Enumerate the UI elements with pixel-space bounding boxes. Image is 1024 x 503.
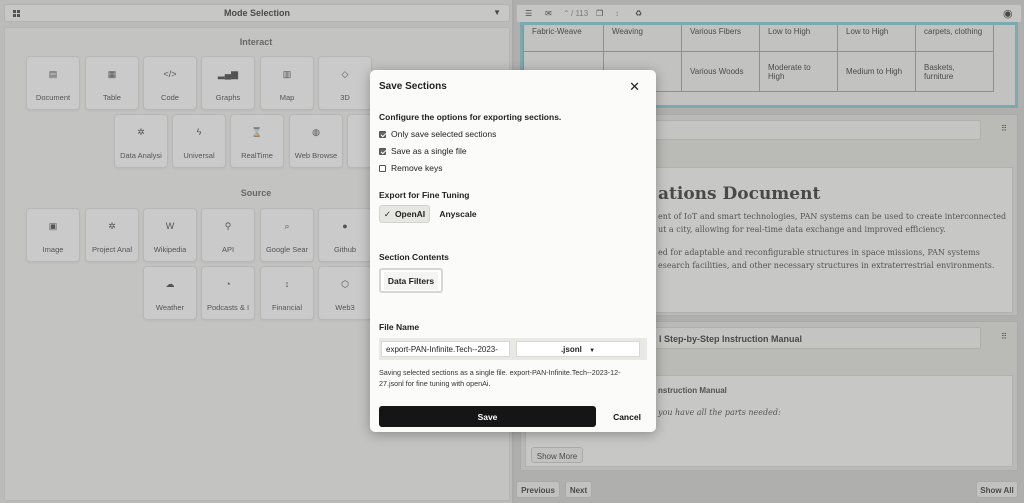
checkbox-checked[interactable] [379,130,386,138]
extension-select[interactable]: .jsonl ▼ [516,341,640,357]
export-help-text: Saving selected sections as a single fil… [379,368,621,388]
configure-heading: Configure the options for exporting sect… [379,112,562,122]
save-sections-dialog: Save Sections ✕ Configure the options fo… [370,70,656,432]
data-filters-button[interactable]: Data Filters [379,268,443,293]
cancel-button[interactable]: Cancel [606,406,648,427]
openai-option[interactable]: ✓ OpenAI [379,205,430,223]
save-button[interactable]: Save [379,406,596,427]
checkbox-checked[interactable] [379,147,386,155]
checkbox-unchecked[interactable] [379,164,386,172]
fine-tuning-heading: Export for Fine Tuning [379,190,470,200]
close-icon[interactable]: ✕ [629,79,640,95]
file-name-row: export-PAN-Infinite.Tech--2023- .jsonl ▼ [379,338,647,360]
anyscale-option[interactable]: Anyscale [434,205,482,223]
check-icon: ✓ [383,208,391,219]
dialog-title: Save Sections [379,81,447,92]
option-remove-keys[interactable]: Remove keys [379,163,443,173]
option-single-file[interactable]: Save as a single file [379,146,467,156]
chevron-down-icon: ▼ [589,348,596,354]
section-contents-heading: Section Contents [379,252,449,262]
option-only-selected[interactable]: Only save selected sections [379,129,496,139]
file-name-heading: File Name [379,322,420,332]
file-name-input[interactable]: export-PAN-Infinite.Tech--2023- [381,341,510,357]
